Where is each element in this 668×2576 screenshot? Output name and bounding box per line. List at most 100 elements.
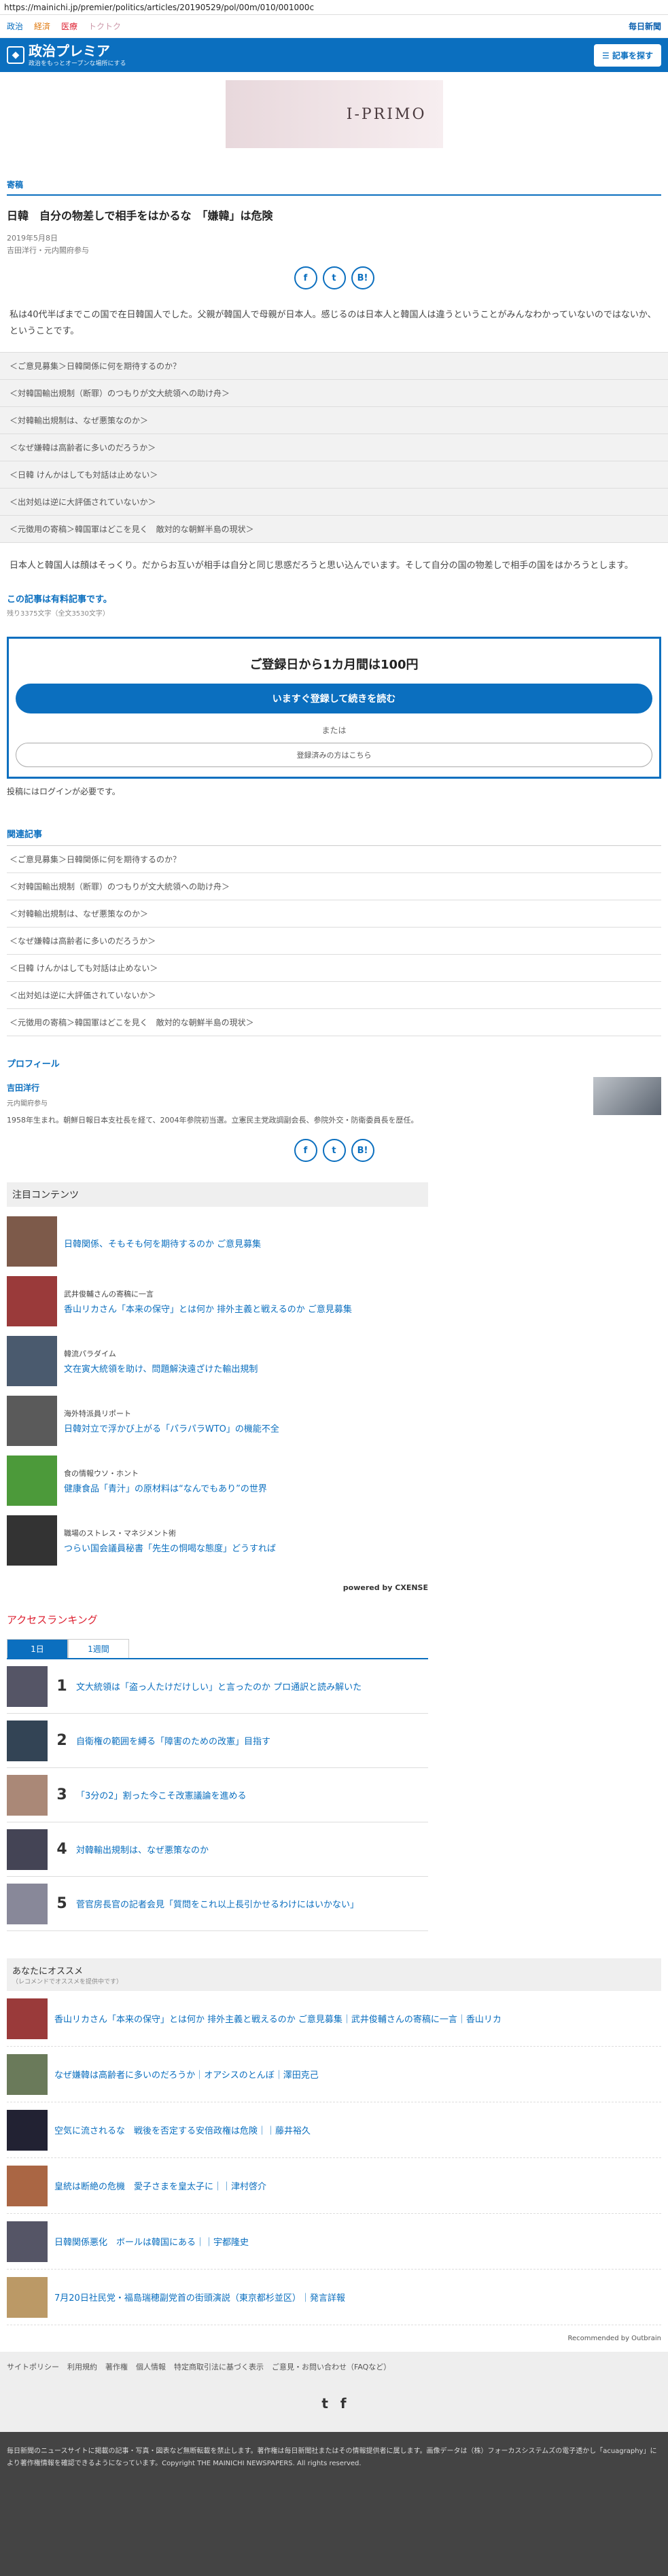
article-meta: 2019年5月8日 吉田洋行・元内閣府参与	[7, 232, 661, 257]
mainichi-brand-link[interactable]: 毎日新聞	[629, 20, 661, 32]
article-date: 2019年5月8日	[7, 234, 58, 243]
register-button[interactable]: いますぐ登録して続きを読む	[16, 684, 652, 713]
reco-item[interactable]: 7月20日社民党・福島瑞穂副党首の街頭演説（東京都杉並区）｜発言詳報	[7, 2270, 661, 2325]
top-nav: 政治 経済 医療 トクトク 毎日新聞	[0, 15, 668, 38]
featured-item[interactable]: 武井俊輔さんの寄稿に一言 香山リカさん「本来の保守」とは何か 排外主義と戦えるのか…	[7, 1276, 428, 1326]
twitter-icon[interactable]: t	[321, 2395, 328, 2412]
reco-item[interactable]: 香山リカさん「本来の保守」とは何か 排外主義と戦えるのか ご意見募集｜武井俊輔さ…	[7, 1991, 661, 2047]
featured-thumbnail	[7, 1515, 57, 1566]
ranking-item[interactable]: 4 対韓輸出規制は、なぜ悪策なのか	[7, 1822, 428, 1877]
footer-link[interactable]: 特定商取引法に基づく表示	[174, 2361, 264, 2372]
hatena-share-icon[interactable]: B!	[351, 266, 374, 289]
facebook-share-icon[interactable]: f	[294, 266, 317, 289]
toc-item[interactable]: ＜日韓 けんかはしても対話は止めない＞	[0, 461, 668, 489]
ranking-item[interactable]: 3 「3分の2」割った今こそ改憲議論を進める	[7, 1768, 428, 1822]
nav-politics[interactable]: 政治	[7, 20, 23, 32]
reco-thumbnail	[7, 2053, 48, 2095]
related-heading: 関連記事	[7, 830, 43, 840]
share-buttons: f t B!	[7, 266, 661, 289]
site-logo[interactable]: 政治プレミア 政治をもっとオープンな場所にする	[29, 43, 126, 67]
reco-thumbnail	[7, 1998, 48, 2039]
cxense-credit: powered by CXENSE	[342, 1583, 428, 1592]
footer-social: t f	[0, 2382, 668, 2432]
footer-link[interactable]: 個人情報	[136, 2361, 166, 2372]
registration-title: ご登録日から1カ月間は100円	[249, 658, 419, 672]
url-bar[interactable]: https://mainichi.jp/premier/politics/art…	[0, 0, 668, 15]
ranking-thumbnail	[7, 1774, 48, 1816]
featured-content: 注目コンテンツ 日韓関係、そもそも何を期待するのか ご意見募集 武井俊輔さんの寄…	[7, 1182, 428, 1566]
reco-item[interactable]: 日韓関係悪化 ボールは韓国にある｜｜宇都隆史	[7, 2214, 661, 2270]
featured-item[interactable]: 日韓関係、そもそも何を期待するのか ご意見募集	[7, 1216, 428, 1267]
reco-item[interactable]: 空気に流されるな 戦後を否定する安倍政権は危険｜｜藤井裕久	[7, 2102, 661, 2158]
toc-item[interactable]: ＜元徴用の寄稿＞韓国軍はどこを見く 敵対的な朝鮮半島の現状＞	[0, 516, 668, 543]
reco-item[interactable]: 皇統は断絶の危機 愛子さまを皇太子に｜｜津村啓介	[7, 2158, 661, 2214]
article-title: 日韓 自分の物差しで相手をはかるな 「嫌韓」は危険	[7, 209, 273, 222]
toc-item[interactable]: ＜出対処は逆に大評価されていないか＞	[0, 489, 668, 516]
reco-thumbnail	[7, 2276, 48, 2318]
related-item[interactable]: ＜出対処は逆に大評価されていないか＞	[7, 982, 661, 1009]
footer-link[interactable]: 利用規約	[67, 2361, 97, 2372]
related-item[interactable]: ＜対韓国輸出規制（断罪）のつもりが文大統領への助け舟＞	[7, 873, 661, 900]
featured-item[interactable]: 職場のストレス・マネジメント術 つらい国会議員秘書「先生の恫喝な態度」どうすれば	[7, 1515, 428, 1566]
login-button[interactable]: 登録済みの方はこちら	[16, 743, 652, 767]
profile-section: プロフィール 吉田洋行 元内閣府参与 1958年生まれ。朝鮮日報日本支社長を経て…	[7, 1057, 661, 1125]
article-body: 日本人と韓国人は顔はそっくり。だからお互いが相手は自分と同じ思惑だろうと思い込ん…	[10, 561, 633, 571]
reco-thumbnail	[7, 2109, 48, 2151]
facebook-icon[interactable]: f	[340, 2395, 347, 2412]
footer-link[interactable]: サイトポリシー	[7, 2361, 59, 2372]
related-item[interactable]: ＜対韓輸出規制は、なぜ悪策なのか＞	[7, 900, 661, 928]
twitter-share-icon[interactable]: t	[322, 1139, 346, 1162]
related-item[interactable]: ＜日韓 けんかはしても対話は止めない＞	[7, 955, 661, 982]
featured-thumbnail	[7, 1396, 57, 1446]
featured-thumbnail	[7, 1276, 57, 1326]
featured-item[interactable]: 食の情報ウソ・ホント 健康食品「青汁」の原材料は“なんでもあり”の世界	[7, 1455, 428, 1506]
nav-medical[interactable]: 医療	[61, 20, 77, 32]
toc-item[interactable]: ＜なぜ嫌韓は高齢者に多いのだろうか＞	[0, 434, 668, 461]
site-header: ◆ 政治プレミア 政治をもっとオープンな場所にする ☰ 記事を探す	[0, 38, 668, 72]
related-list: ＜ご意見募集＞日韓関係に何を期待するのか？ ＜対韓国輸出規制（断罪）のつもりが文…	[7, 845, 661, 1036]
tab-daily[interactable]: 1日	[7, 1639, 68, 1658]
related-item[interactable]: ＜なぜ嫌韓は高齢者に多いのだろうか＞	[7, 928, 661, 955]
category-divider	[7, 194, 661, 196]
profile-photo	[593, 1077, 661, 1115]
footer-link[interactable]: ご意見・お問い合わせ（FAQなど）	[272, 2361, 391, 2372]
toc-item[interactable]: ＜対韓国輸出規制（断罪）のつもりが文大統領への助け舟＞	[0, 380, 668, 407]
ranking-item[interactable]: 1 文大統領は「盗っ人たけだけしい」と言ったのか プロ通訳と読み解いた	[7, 1659, 428, 1714]
toc-item[interactable]: ＜対韓輸出規制は、なぜ悪策なのか＞	[0, 407, 668, 434]
footer-link[interactable]: 著作権	[105, 2361, 128, 2372]
tab-weekly[interactable]: 1週間	[68, 1639, 129, 1658]
profile-name[interactable]: 吉田洋行	[7, 1082, 661, 1093]
profile-role: 元内閣府参与	[7, 1100, 48, 1108]
search-button[interactable]: ☰ 記事を探す	[594, 43, 661, 67]
hatena-share-icon[interactable]: B!	[351, 1139, 374, 1162]
related-item[interactable]: ＜ご意見募集＞日韓関係に何を期待するのか？	[7, 846, 661, 873]
reco-thumbnail	[7, 2165, 48, 2206]
access-ranking: アクセスランキング 1日 1週間 1 文大統領は「盗っ人たけだけしい」と言ったのか…	[7, 1612, 428, 1931]
featured-item[interactable]: 海外特派員リポート 日韓対立で浮かび上がる「パラパラWTO」の機能不全	[7, 1396, 428, 1446]
reco-thumbnail	[7, 2221, 48, 2262]
facebook-share-icon[interactable]: f	[294, 1139, 317, 1162]
twitter-share-icon[interactable]: t	[322, 266, 346, 289]
registration-box: ご登録日から1カ月間は100円 いますぐ登録して続きを読む または 登録済みの方…	[7, 637, 661, 779]
logo-icon: ◆	[7, 46, 24, 64]
ranking-thumbnail	[7, 1720, 48, 1761]
outbrain-credit[interactable]: Recommended by Outbrain	[7, 2335, 661, 2342]
advertisement-banner[interactable]: I-PRIMO	[225, 80, 443, 148]
recommendations: あなたにオススメ （レコメンドでオススメを提供中です） 香山リカさん「本来の保守」…	[7, 1958, 661, 2325]
nav-economy[interactable]: 経済	[34, 20, 50, 32]
toc-item[interactable]: ＜ご意見募集＞日韓関係に何を期待するのか？	[0, 353, 668, 380]
ranking-item[interactable]: 2 自衛権の範囲を縛る「障害のための改憲」目指す	[7, 1714, 428, 1768]
article-lead: 私は40代半ばまでこの国で在日韓国人でした。父親が韓国人で母親が日本人。感じるの…	[10, 310, 656, 336]
featured-item[interactable]: 韓流パラダイム 文在寅大統領を助け、問題解決遠ざけた輸出規制	[7, 1336, 428, 1386]
ranking-item[interactable]: 5 菅官房長官の記者会見「質問をこれ以上長引かせるわけにはいかない」	[7, 1877, 428, 1931]
post-login-note: 投稿にはログインが必要です。	[7, 787, 120, 796]
reco-item[interactable]: なぜ嫌韓は高齢者に多いのだろうか｜オアシスのとんぼ｜澤田克己	[7, 2047, 661, 2102]
reco-heading: あなたにオススメ （レコメンドでオススメを提供中です）	[7, 1958, 661, 1991]
article-category[interactable]: 寄稿	[7, 179, 661, 190]
paid-article-notice: この記事は有料記事です。	[7, 595, 112, 605]
or-label: または	[321, 726, 347, 735]
featured-thumbnail	[7, 1455, 57, 1506]
related-item[interactable]: ＜元徴用の寄稿＞韓国軍はどこを見く 敵対的な朝鮮半島の現状＞	[7, 1009, 661, 1036]
nav-tokutoku[interactable]: トクトク	[88, 20, 121, 32]
article-author: 吉田洋行・元内閣府参与	[7, 246, 89, 255]
